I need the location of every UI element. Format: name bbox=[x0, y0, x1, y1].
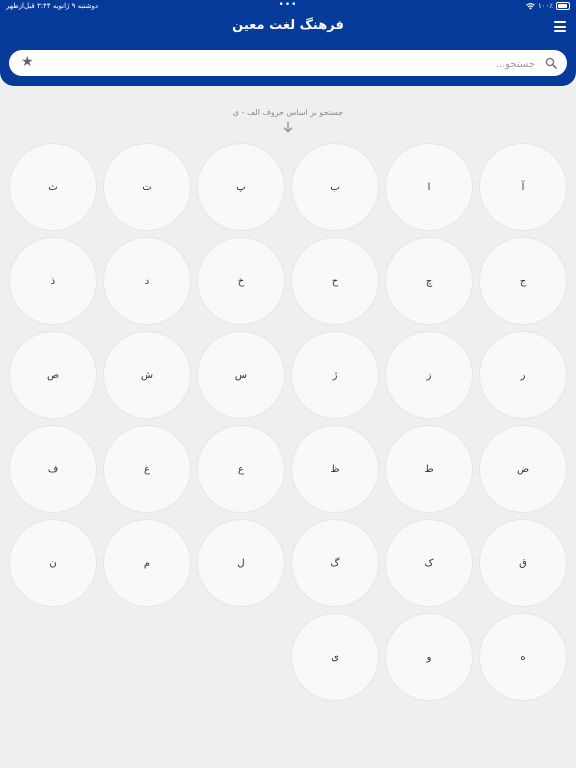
alphabet-grid: آابپتث جچحخدذ رزژسشص ضطظعغف قکگلمن هوی bbox=[9, 143, 567, 703]
app-header: دوشنبه ۹ ژانویه ۳:۴۴ قبل‌ازظهر ••• ۱۰۰٪ … bbox=[0, 0, 576, 86]
letter-button[interactable]: ح bbox=[291, 237, 379, 325]
wifi-icon bbox=[526, 2, 535, 10]
letter-button[interactable]: ه bbox=[479, 613, 567, 701]
letter-button[interactable]: پ bbox=[197, 143, 285, 231]
letter-button[interactable]: ز bbox=[385, 331, 473, 419]
search-input[interactable] bbox=[53, 54, 537, 74]
letter-button[interactable]: ل bbox=[197, 519, 285, 607]
letter-button[interactable]: و bbox=[385, 613, 473, 701]
letter-button[interactable]: ع bbox=[197, 425, 285, 513]
multitask-dots[interactable]: ••• bbox=[279, 0, 298, 10]
letter-button[interactable]: ر bbox=[479, 331, 567, 419]
letter-button[interactable]: ژ bbox=[291, 331, 379, 419]
alphabet-hint: جستجو بر اساس حروف الف - ی bbox=[232, 108, 344, 117]
letter-button[interactable]: ط bbox=[385, 425, 473, 513]
letter-button[interactable]: م bbox=[103, 519, 191, 607]
letter-button[interactable]: گ bbox=[291, 519, 379, 607]
arrow-down-icon bbox=[283, 122, 293, 133]
status-bar: دوشنبه ۹ ژانویه ۳:۴۴ قبل‌ازظهر ••• ۱۰۰٪ bbox=[0, 0, 576, 12]
letter-button[interactable]: ج bbox=[479, 237, 567, 325]
letter-button[interactable]: غ bbox=[103, 425, 191, 513]
letter-button[interactable]: خ bbox=[197, 237, 285, 325]
letter-button[interactable]: ی bbox=[291, 613, 379, 701]
letter-button[interactable]: س bbox=[197, 331, 285, 419]
status-datetime: دوشنبه ۹ ژانویه ۳:۴۴ قبل‌ازظهر bbox=[6, 2, 99, 10]
letter-button[interactable]: آ bbox=[479, 143, 567, 231]
letter-button[interactable]: ث bbox=[9, 143, 97, 231]
letter-button[interactable]: ض bbox=[479, 425, 567, 513]
page-title: فرهنگ لغت معین bbox=[232, 18, 344, 33]
letter-button[interactable]: ب bbox=[291, 143, 379, 231]
letter-button[interactable]: ت bbox=[103, 143, 191, 231]
letter-button[interactable]: ف bbox=[9, 425, 97, 513]
letter-button[interactable]: ن bbox=[9, 519, 97, 607]
letter-button[interactable]: د bbox=[103, 237, 191, 325]
star-icon[interactable]: ★ bbox=[21, 55, 35, 69]
letter-button[interactable]: ص bbox=[9, 331, 97, 419]
letter-button[interactable]: ظ bbox=[291, 425, 379, 513]
letter-button[interactable]: ق bbox=[479, 519, 567, 607]
menu-icon[interactable] bbox=[554, 21, 566, 32]
search-bar: ★ bbox=[9, 50, 567, 76]
letter-button[interactable]: ذ bbox=[9, 237, 97, 325]
status-indicators: ۱۰۰٪ bbox=[526, 2, 570, 10]
battery-percent: ۱۰۰٪ bbox=[537, 2, 553, 10]
search-icon[interactable] bbox=[545, 57, 557, 69]
battery-icon bbox=[556, 2, 570, 10]
letter-button[interactable]: ش bbox=[103, 331, 191, 419]
letter-button[interactable]: ک bbox=[385, 519, 473, 607]
letter-button[interactable]: چ bbox=[385, 237, 473, 325]
letter-button[interactable]: ا bbox=[385, 143, 473, 231]
